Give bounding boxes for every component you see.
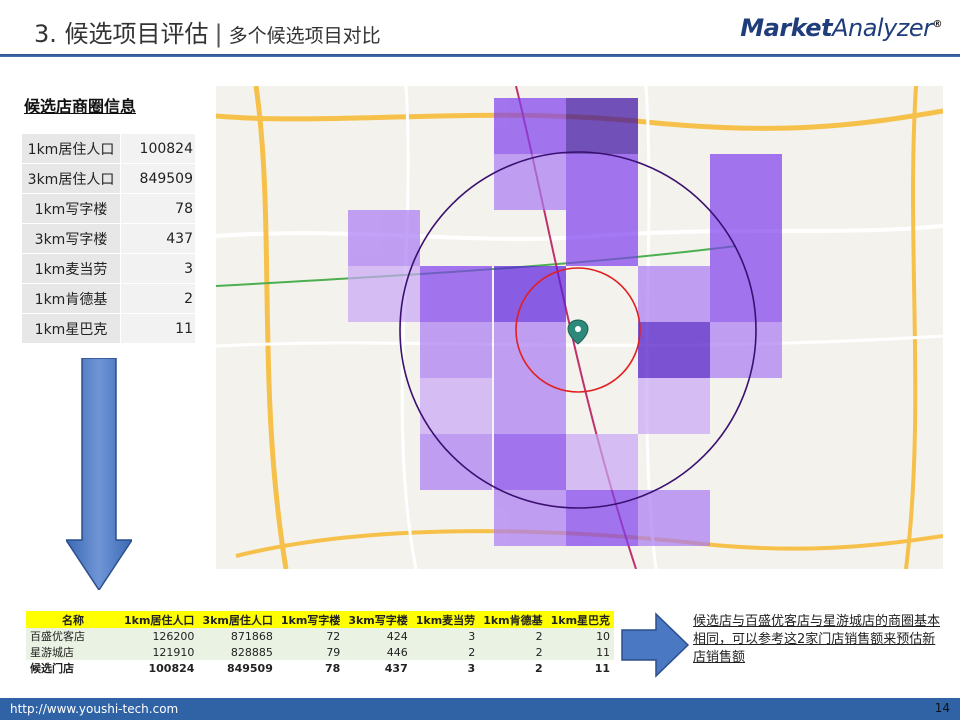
info-value: 849509 [120, 163, 195, 194]
info-title: 候选店商圈信息 [24, 97, 137, 116]
conclusion-text: 候选店与百盛优客店与星游城店的商圈基本相同，可以参考这2家门店销售额来预估新店销… [693, 614, 941, 665]
table-cell: 3 [411, 628, 480, 644]
table-cell: 437 [344, 660, 412, 676]
table-cell: 849509 [198, 660, 277, 676]
table-cell: 72 [276, 628, 345, 644]
title-subtitle: 多个候选项目对比 [228, 25, 381, 47]
table-cell: 2 [479, 644, 547, 660]
store-name: 百盛优客店 [26, 628, 120, 644]
brand-bold: Market [740, 14, 833, 42]
comparison-header-row: 名称 1km居住人口 3km居住人口 1km写字楼 3km写字楼 1km麦当劳 … [26, 611, 615, 628]
info-label: 1km居住人口 [22, 134, 121, 164]
table-cell: 2 [479, 660, 547, 676]
table-cell: 3 [411, 660, 480, 676]
info-row: 1km写字楼 78 [22, 193, 195, 224]
store-name: 星游城店 [26, 644, 120, 660]
info-label: 1km麦当劳 [22, 253, 121, 284]
store-name: 候选门店 [26, 660, 120, 676]
page-number: 14 [934, 701, 950, 715]
comparison-header: 1km肯德基 [479, 611, 547, 628]
table-row: 百盛优客店 126200 871868 72 424 3 2 10 [26, 628, 615, 644]
info-value: 11 [120, 313, 195, 344]
table-cell: 10 [546, 628, 615, 644]
table-cell: 126200 [120, 628, 199, 644]
comparison-header: 1km麦当劳 [411, 611, 480, 628]
table-cell: 79 [276, 644, 345, 660]
title-bar: 3. 候选项目评估 | 多个候选项目对比 MarketAnalyzer® [0, 0, 960, 58]
comparison-header: 1km写字楼 [276, 611, 345, 628]
comparison-header: 1km星巴克 [546, 611, 615, 628]
right-arrow-icon [621, 612, 690, 678]
brand-mark: ® [932, 19, 943, 30]
info-value: 78 [120, 193, 195, 224]
down-arrow-icon [66, 358, 132, 590]
title-rule [0, 54, 960, 57]
table-cell: 11 [546, 644, 615, 660]
info-row: 1km居住人口 100824 [22, 134, 195, 164]
comparison-header: 3km居住人口 [198, 611, 277, 628]
table-cell: 446 [344, 644, 412, 660]
table-cell: 78 [276, 660, 345, 676]
table-cell: 121910 [120, 644, 199, 660]
brand-logo: MarketAnalyzer® [740, 14, 942, 42]
map-canvas [216, 86, 943, 569]
table-cell: 2 [479, 628, 547, 644]
brand-light: Analyzer [832, 14, 933, 42]
info-value: 437 [120, 223, 195, 254]
table-cell: 11 [546, 660, 615, 676]
table-cell: 828885 [198, 644, 277, 660]
info-label: 1km写字楼 [22, 193, 121, 224]
comparison-header: 1km居住人口 [120, 611, 199, 628]
info-table: 1km居住人口 100824 3km居住人口 849509 1km写字楼 78 3km… [22, 134, 195, 344]
page-title: 3. 候选项目评估 | 多个候选项目对比 [34, 14, 381, 49]
comparison-header: 3km写字楼 [344, 611, 412, 628]
info-row: 1km麦当劳 3 [22, 253, 195, 284]
info-label: 1km肯德基 [22, 283, 121, 314]
info-value: 100824 [120, 134, 195, 164]
comparison-header: 名称 [26, 611, 120, 628]
table-cell: 871868 [198, 628, 277, 644]
table-row: 星游城店 121910 828885 79 446 2 2 11 [26, 644, 615, 660]
info-row: 3km写字楼 437 [22, 223, 195, 254]
title-separator: | [214, 20, 223, 48]
trade-area-map[interactable] [216, 86, 943, 569]
info-row: 1km肯德基 2 [22, 283, 195, 314]
info-row: 3km居住人口 849509 [22, 163, 195, 194]
info-label: 1km星巴克 [22, 313, 121, 344]
table-row: 候选门店 100824 849509 78 437 3 2 11 [26, 660, 615, 676]
info-value: 2 [120, 283, 195, 314]
table-cell: 2 [411, 644, 480, 660]
info-label: 3km写字楼 [22, 223, 121, 254]
info-value: 3 [120, 253, 195, 284]
title-main: 3. 候选项目评估 [34, 20, 209, 48]
table-cell: 100824 [120, 660, 199, 676]
footer-url[interactable]: http://www.youshi-tech.com [10, 702, 178, 716]
info-label: 3km居住人口 [22, 163, 121, 194]
comparison-table: 名称 1km居住人口 3km居住人口 1km写字楼 3km写字楼 1km麦当劳 … [26, 611, 615, 676]
table-cell: 424 [344, 628, 412, 644]
footer-bar: http://www.youshi-tech.com 14 [0, 698, 960, 720]
info-row: 1km星巴克 11 [22, 313, 195, 344]
